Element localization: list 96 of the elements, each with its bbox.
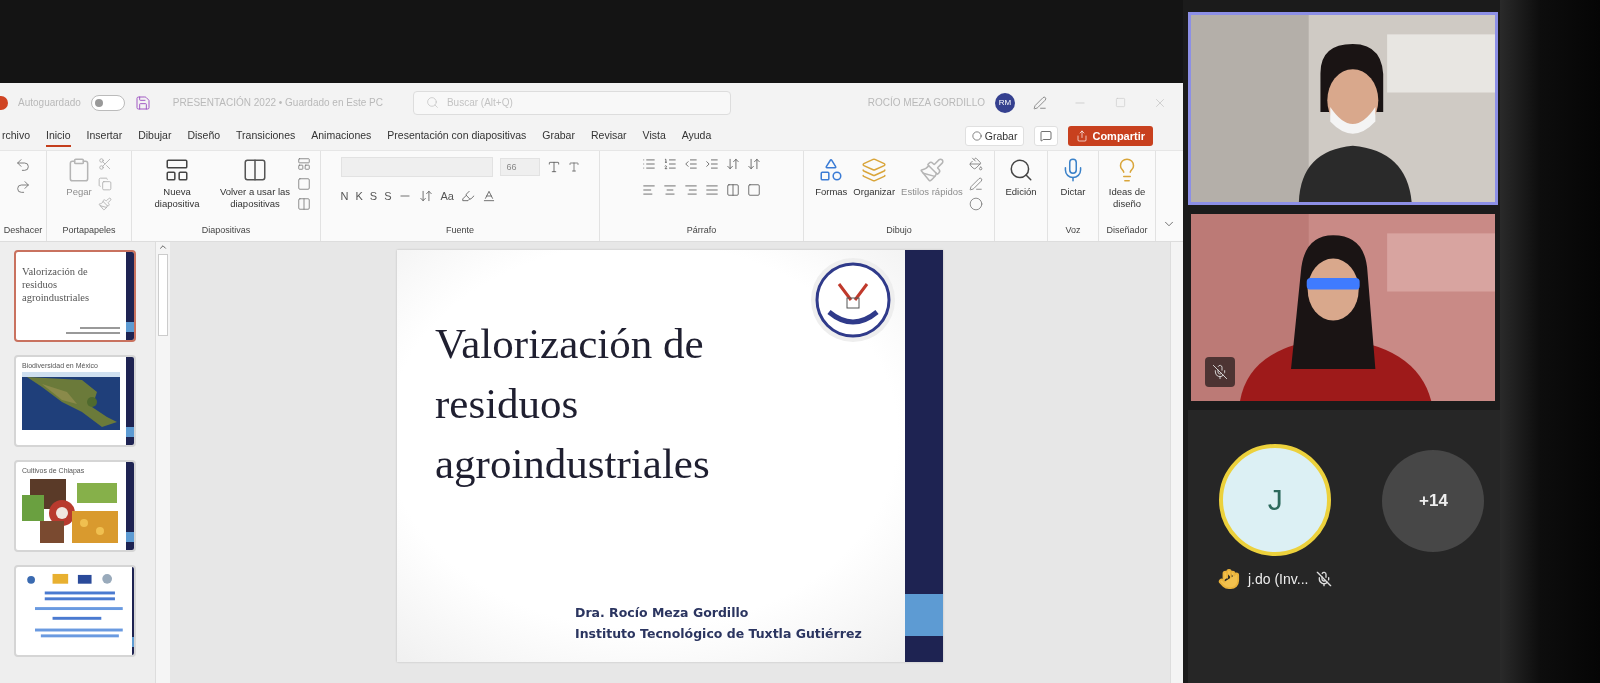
institution-name: Instituto Tecnológico de Tuxtla Gutiérrez <box>575 625 863 643</box>
font-color-icon[interactable] <box>481 189 496 203</box>
menu-tab[interactable]: Insertar <box>86 125 123 147</box>
ribbon-command[interactable]: Formas <box>815 157 848 199</box>
menu-tab[interactable]: Transiciones <box>236 125 296 147</box>
copy-icon[interactable] <box>98 177 112 191</box>
accent-stripe <box>132 637 134 647</box>
justify-icon[interactable] <box>705 183 719 197</box>
highlighter-icon[interactable] <box>460 189 475 203</box>
participant-name: j.do (Inv... <box>1248 571 1309 587</box>
ribbon-command[interactable]: Organizar <box>853 157 896 199</box>
menu-tab[interactable]: Ayuda <box>681 125 712 147</box>
slide-thumbnail[interactable] <box>14 565 136 657</box>
search-icon <box>425 96 439 109</box>
scrollbar[interactable] <box>1170 242 1183 683</box>
align-right-icon[interactable] <box>684 183 698 197</box>
user-avatar[interactable]: RM <box>995 92 1015 113</box>
format-button[interactable]: S <box>369 190 378 202</box>
brush-icon[interactable] <box>98 197 112 211</box>
participant-avatar[interactable]: J <box>1219 444 1332 556</box>
columns-icon[interactable] <box>726 183 740 197</box>
menu-tab[interactable]: Presentación con diapositivas <box>387 125 527 147</box>
slide-title: Valorización de residuos agroindustriales <box>435 319 711 489</box>
effects-icon[interactable] <box>968 197 983 211</box>
scrollbar-thumb[interactable] <box>158 254 168 336</box>
menu-tab[interactable]: Dibujar <box>138 125 172 147</box>
autosave-toggle[interactable] <box>90 94 125 111</box>
font-name-field[interactable] <box>340 157 493 177</box>
format-button[interactable]: S <box>384 190 392 202</box>
new-slide-icon[interactable] <box>164 157 190 183</box>
align-center-icon[interactable] <box>663 183 677 197</box>
ribbon-command[interactable]: Edición <box>1005 157 1037 199</box>
ribbon-command[interactable]: Ideas de diseño <box>1099 157 1155 211</box>
numbering-icon[interactable] <box>663 157 677 171</box>
accent-stripe <box>905 594 943 636</box>
menu-tab[interactable]: Inicio <box>46 125 71 147</box>
menu-tab[interactable]: Grabar <box>542 125 575 147</box>
more-participants[interactable]: +14 <box>1382 450 1485 552</box>
menu-tab[interactable]: Revisar <box>590 125 627 147</box>
text-direction-icon[interactable] <box>747 157 761 171</box>
arrange-icon[interactable] <box>861 157 888 183</box>
indent-decrease-icon[interactable] <box>684 157 698 171</box>
shrink-font-icon[interactable] <box>567 161 580 173</box>
autosave-label: Autoguardado <box>18 97 81 108</box>
layout-icon[interactable] <box>297 157 311 171</box>
subtitle-lines-drawing <box>66 327 120 335</box>
menu-tab[interactable]: rchivo <box>2 125 30 147</box>
format-button[interactable]: N <box>340 190 349 202</box>
raised-hand-icon <box>1218 568 1240 590</box>
group-label: Dibujo <box>886 225 912 235</box>
slide-thumbnail[interactable]: Valorización de residuos agroindustriales <box>14 250 136 342</box>
group-label: Deshacer <box>3 225 43 235</box>
group-label: Diapositivas <box>201 225 251 235</box>
group-label: Párrafo <box>686 225 717 235</box>
menu-tab[interactable]: Vista <box>642 125 666 147</box>
fill-icon[interactable] <box>968 157 983 171</box>
accent-stripe <box>126 532 134 542</box>
save-icon[interactable] <box>134 94 151 111</box>
group-label: Portapapeles <box>62 225 116 235</box>
comments-button[interactable] <box>1034 126 1059 146</box>
search-icon[interactable] <box>1008 157 1034 183</box>
ribbon-command[interactable]: Volver a usar las diapositivas <box>219 157 291 211</box>
reuse-slides-icon[interactable] <box>242 157 268 183</box>
pen-icon[interactable] <box>1033 95 1047 110</box>
grow-font-icon[interactable] <box>546 160 561 174</box>
group-label: Diseñador <box>1106 225 1148 235</box>
share-icon <box>1076 130 1089 142</box>
group-label: Fuente <box>446 225 474 235</box>
user-name: ROCÍO MEZA GORDILLO <box>867 97 985 108</box>
mic-off-icon <box>1212 364 1228 380</box>
ribbon-command[interactable]: Nueva diapositiva <box>141 157 213 211</box>
spacing-icon[interactable] <box>419 189 434 203</box>
line-spacing-icon[interactable] <box>726 157 740 171</box>
record-icon <box>971 131 982 141</box>
undo-icon[interactable] <box>15 157 31 173</box>
author-name: Dra. Rocío Meza Gordillo <box>575 604 750 622</box>
accent-stripe <box>126 427 134 437</box>
change-case-button[interactable]: Aa <box>440 190 454 202</box>
ribbon-command[interactable]: Dictar <box>1060 157 1086 199</box>
share-button[interactable]: Compartir <box>1068 126 1153 146</box>
comment-icon <box>1040 130 1053 142</box>
group-label: Voz <box>1065 225 1081 235</box>
outline-icon[interactable] <box>968 177 983 191</box>
cut-icon[interactable] <box>98 157 112 171</box>
menu-tab[interactable]: Animaciones <box>311 125 372 147</box>
scroll-up-icon[interactable] <box>158 242 168 252</box>
section-icon[interactable] <box>297 197 311 211</box>
thumbnail-title: Valorización de residuos agroindustriales <box>22 265 91 305</box>
record-button[interactable]: Grabar <box>964 126 1025 146</box>
format-button[interactable]: K <box>355 190 363 202</box>
bullets-icon[interactable] <box>642 157 656 171</box>
align-left-icon[interactable] <box>642 183 656 197</box>
menu-tab[interactable]: Diseño <box>187 125 221 147</box>
accent-stripe <box>126 322 134 332</box>
indent-increase-icon[interactable] <box>705 157 719 171</box>
redo-icon[interactable] <box>15 179 31 195</box>
